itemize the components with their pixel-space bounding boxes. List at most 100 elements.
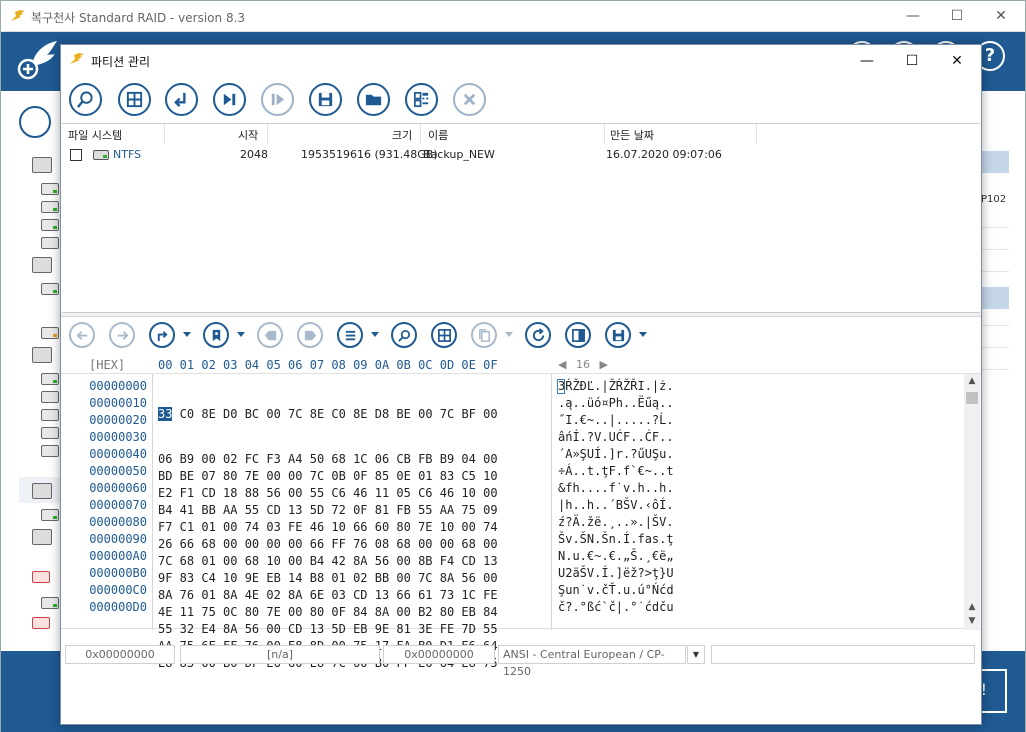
partition-icon[interactable] <box>41 509 59 521</box>
hex-bytes[interactable]: 33 C0 8E D0 BC 00 7C 8E C0 8E D8 BE 00 7… <box>158 378 498 672</box>
column-start[interactable]: 시작 <box>238 127 258 143</box>
ascii-row[interactable]: ÷Á..t.ţF.f`€~..t <box>558 463 674 480</box>
back-button[interactable] <box>69 322 95 348</box>
forward-button[interactable] <box>109 322 135 348</box>
column-created[interactable]: 만든 날짜 <box>610 127 654 143</box>
scroll-thumb[interactable] <box>966 392 978 404</box>
hex-row[interactable]: 7C 68 01 00 68 10 00 B4 42 8A 56 00 8B F… <box>158 553 498 570</box>
search-icon[interactable] <box>19 106 51 138</box>
raid-icon[interactable] <box>41 391 59 403</box>
save-button[interactable] <box>309 83 342 116</box>
panel-toggle-button[interactable] <box>565 322 591 348</box>
dialog-close-button[interactable]: ✕ <box>935 50 979 72</box>
go-to-button[interactable] <box>165 83 198 116</box>
disk-icon[interactable] <box>32 483 52 499</box>
prev-bookmark-button[interactable] <box>257 322 283 348</box>
chevron-down-icon[interactable] <box>183 332 191 337</box>
selected-row[interactable] <box>981 287 1009 309</box>
ascii-row[interactable]: .ą..üó¤Ph..Ëűą.. <box>558 395 674 412</box>
partition-icon[interactable] <box>41 373 59 385</box>
next-button[interactable] <box>213 83 246 116</box>
hex-save-button[interactable] <box>605 322 631 348</box>
ascii-row[interactable]: U2äŠV.Í.]ëž?>ţ}U <box>558 565 674 582</box>
raid-array-icon[interactable] <box>32 571 50 583</box>
refresh-button[interactable] <box>525 322 551 348</box>
open-folder-button[interactable] <box>357 83 390 116</box>
bookmark-button[interactable] <box>203 322 229 348</box>
scroll-up-icon[interactable]: ▲ <box>967 376 977 386</box>
chevron-down-icon[interactable] <box>505 332 513 337</box>
ascii-row[interactable]: N.u.€~.€.„Š.¸€ë„ <box>558 548 674 565</box>
raid-array-icon[interactable] <box>32 617 50 629</box>
ascii-text[interactable]: 3ŔŽĐĽ.|ŽŔŽŘI.|ż. .ą..üó¤Ph..Ëűą.. ˝I.€~..|… <box>558 378 674 616</box>
jump-button[interactable] <box>149 322 175 348</box>
ascii-row[interactable]: 3ŔŽĐĽ.|ŽŔŽŘI.|ż. <box>558 378 674 395</box>
ascii-row[interactable]: &fh....f˙v.h..h. <box>558 480 674 497</box>
ascii-row[interactable]: ź?Ä.žë.¸..».|ŠV. <box>558 514 674 531</box>
dialog-maximize-button[interactable]: ☐ <box>890 50 934 72</box>
partition-icon[interactable] <box>41 327 59 339</box>
copy-button[interactable] <box>471 322 497 348</box>
hex-view[interactable]: 00000000 00000010 00000020 00000030 00000040… <box>61 373 981 670</box>
ascii-row[interactable]: Şun˙v.čŤ.u.ú°Ńćd <box>558 582 674 599</box>
partition-row[interactable]: NTFS 2048 1953519616 (931.48GB) Backup_N… <box>62 146 980 164</box>
find-button[interactable] <box>391 322 417 348</box>
partition-icon[interactable] <box>41 427 59 439</box>
column-size[interactable]: 크기 <box>392 127 412 143</box>
grid-button[interactable] <box>118 83 151 116</box>
hex-row[interactable]: 8A 76 01 8A 4E 02 8A 6E 03 CD 13 66 61 7… <box>158 587 498 604</box>
ascii-row[interactable]: ˝I.€~..|.....?Ĺ. <box>558 412 674 429</box>
partition-icon[interactable] <box>41 183 59 195</box>
disk-icon[interactable] <box>32 157 52 173</box>
partition-checkbox[interactable] <box>70 149 82 161</box>
app-close-button[interactable]: ✕ <box>981 5 1021 27</box>
hex-row[interactable]: 33 C0 8E D0 BC 00 7C 8E C0 8E D8 BE 00 7… <box>158 406 498 423</box>
page-next-button[interactable]: ▶ <box>599 358 607 371</box>
hex-row[interactable]: 26 66 68 00 00 00 00 66 FF 76 08 68 00 0… <box>158 536 498 553</box>
raid-icon[interactable] <box>41 445 59 457</box>
cancel-button[interactable] <box>453 83 486 116</box>
scroll-down-icon[interactable]: ▼ <box>967 616 977 626</box>
partition-icon[interactable] <box>41 597 59 609</box>
partition-icon[interactable] <box>41 201 59 213</box>
app-minimize-button[interactable]: — <box>893 5 933 27</box>
disk-icon[interactable] <box>32 257 52 273</box>
partition-icon[interactable] <box>41 283 59 295</box>
partition-icon[interactable] <box>41 409 59 421</box>
ascii-row[interactable]: ´A»ŞUÍ.]r.?űUŞu. <box>558 446 674 463</box>
hex-row[interactable]: E2 F1 CD 18 88 56 00 55 C6 46 11 05 C6 4… <box>158 485 498 502</box>
ascii-row[interactable]: Šv.ŠN.Šn.Í.fas.ţ <box>558 531 674 548</box>
selected-row[interactable] <box>981 151 1009 173</box>
scroll-down-icon[interactable]: ▲ <box>967 602 977 612</box>
list-button[interactable] <box>337 322 363 348</box>
hex-row[interactable]: B4 41 BB AA 55 CD 13 5D 72 0F 81 FB 55 A… <box>158 502 498 519</box>
app-maximize-button[interactable]: ☐ <box>937 5 977 27</box>
hex-row[interactable]: 9F 83 C4 10 9E EB 14 B8 01 02 BB 00 7C 8… <box>158 570 498 587</box>
vertical-scrollbar[interactable]: ▲ ▲ ▼ <box>964 374 980 630</box>
hex-row[interactable]: 4E 11 75 0C 80 7E 00 80 0F 84 8A 00 B2 8… <box>158 604 498 621</box>
column-filesystem[interactable]: 파일 시스템 <box>68 127 122 143</box>
chevron-down-icon[interactable] <box>639 332 647 337</box>
dialog-minimize-button[interactable]: — <box>845 50 889 72</box>
column-name[interactable]: 이름 <box>428 127 448 143</box>
page-prev-button[interactable]: ◀ <box>558 358 566 371</box>
hex-row[interactable]: F7 C1 01 00 74 03 FE 46 10 66 60 80 7E 1… <box>158 519 498 536</box>
chevron-down-icon[interactable] <box>371 332 379 337</box>
partition-icon[interactable] <box>41 219 59 231</box>
hex-row[interactable]: BD BE 07 80 7E 00 00 7C 0B 0F 85 0E 01 8… <box>158 468 498 485</box>
chevron-down-icon[interactable] <box>237 332 245 337</box>
close-button[interactable]: 닫기 <box>878 686 974 714</box>
next-alt-button[interactable] <box>261 83 294 116</box>
encoding-dropdown-icon[interactable]: ▼ <box>687 645 705 664</box>
hex-row[interactable]: 06 B9 00 02 FC F3 A4 50 68 1C 06 CB FB B… <box>158 451 498 468</box>
grid-view-button[interactable] <box>431 322 457 348</box>
search-button[interactable] <box>69 83 102 116</box>
next-bookmark-button[interactable] <box>297 322 323 348</box>
panel-splitter[interactable] <box>61 313 981 317</box>
disk-icon[interactable] <box>32 347 52 363</box>
partition-icon[interactable] <box>41 237 59 249</box>
selected-byte[interactable]: 33 <box>158 407 173 421</box>
disk-icon[interactable] <box>32 529 52 545</box>
view-mode-button[interactable] <box>405 83 438 116</box>
hex-row[interactable]: 55 32 E4 8A 56 00 CD 13 5D EB 9E 81 3E F… <box>158 621 498 638</box>
